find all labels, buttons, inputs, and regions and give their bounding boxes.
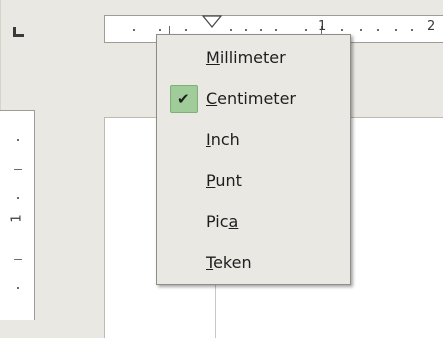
ruler-tick	[169, 26, 170, 34]
ruler-tick	[14, 169, 22, 170]
ruler-dot	[17, 287, 19, 289]
menu-item-label: Millimeter	[206, 48, 286, 67]
menu-item-centimeter[interactable]: ✔ Centimeter	[157, 78, 350, 119]
ruler-dot	[133, 29, 135, 31]
menu-item-pica[interactable]: Pica	[157, 201, 350, 242]
ruler-dot	[341, 29, 343, 31]
ruler-dot	[17, 197, 19, 199]
vertical-ruler-number: 1	[9, 214, 25, 223]
menu-item-teken[interactable]: Teken	[157, 242, 350, 283]
ruler-dot	[411, 29, 413, 31]
menu-item-inch[interactable]: Inch	[157, 119, 350, 160]
ruler-unit-context-menu: Millimeter ✔ Centimeter Inch Punt Pica T…	[156, 34, 351, 285]
ruler-dot	[245, 29, 247, 31]
menu-item-millimeter[interactable]: Millimeter	[157, 37, 350, 78]
ruler-dot	[230, 29, 232, 31]
ruler-dot	[17, 139, 19, 141]
ruler-number: 1	[318, 19, 327, 34]
ruler-dot	[275, 29, 277, 31]
menu-item-punt[interactable]: Punt	[157, 160, 350, 201]
ruler-number: 2	[427, 19, 436, 34]
ruler-tick	[14, 259, 22, 260]
ruler-dot	[185, 29, 187, 31]
checkmark-icon: ✔	[177, 90, 190, 108]
ruler-dot	[377, 29, 379, 31]
ruler-dot	[260, 29, 262, 31]
ruler-dot	[159, 29, 161, 31]
ruler-dot	[305, 29, 307, 31]
ruler-dot	[395, 29, 397, 31]
checked-indicator: ✔	[170, 85, 198, 113]
ruler-dot	[360, 29, 362, 31]
menu-item-label: Teken	[206, 253, 252, 272]
menu-item-label: Pica	[206, 212, 239, 231]
menu-item-label: Punt	[206, 171, 242, 190]
indent-marker-icon[interactable]	[202, 15, 222, 29]
menu-item-label: Centimeter	[206, 89, 296, 108]
menu-item-label: Inch	[206, 130, 240, 149]
tab-stop-selector-icon[interactable]	[13, 27, 24, 37]
